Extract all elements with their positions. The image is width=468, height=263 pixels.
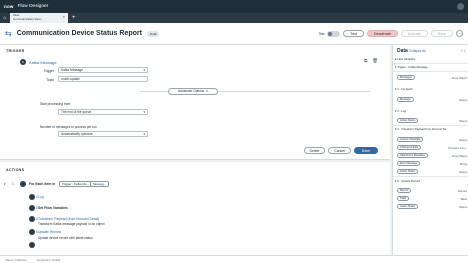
delete-icon[interactable]: 🗑 (372, 58, 378, 64)
data-pill-row[interactable]: Attachment Metadata Array.Object (395, 153, 467, 158)
delete-button[interactable]: Delete (303, 147, 326, 154)
topic-input[interactable]: router.update (58, 76, 148, 82)
advanced-options-toggle[interactable]: Advanced Options ▾ (168, 87, 218, 95)
data-pill-row[interactable]: Messages Array.Object (395, 75, 467, 80)
action-row-log[interactable]: 2 Log (0, 194, 390, 200)
test-button[interactable]: Test (343, 30, 365, 37)
page-title: Communication Device Status Report (16, 30, 142, 37)
status-badge: Draft (146, 30, 160, 37)
action-row-for-each[interactable]: ▾ 1 For Each Item in Trigger - Kafka Me.… (0, 181, 390, 187)
add-action-icon[interactable] (29, 242, 35, 248)
cancel-button[interactable]: Cancel (328, 147, 351, 154)
data-pill-row[interactable]: Error Message String (395, 161, 467, 166)
advanced-options-label: Advanced Options (178, 89, 205, 93)
done-button[interactable]: Done (353, 147, 378, 154)
trigger-field-label: Trigger (43, 69, 54, 73)
set-variables-icon (29, 205, 35, 211)
data-pill-row[interactable]: Action Status Object (395, 204, 467, 209)
data-panel: Data Collapse All ‹ › ▸ Flow Variables ▾… (392, 45, 468, 255)
user-avatar[interactable] (457, 3, 464, 10)
action-row-set-flow-variables[interactable]: 3 Set Flow Variables (0, 205, 390, 211)
group-flow-variables[interactable]: ▸ Flow Variables (395, 57, 467, 61)
data-group-row[interactable]: ▾ 5 - Update Record (395, 179, 467, 183)
trigger-name[interactable]: Kafka Message (29, 60, 57, 65)
data-pill-row[interactable]: Table Table (395, 196, 467, 201)
top-bar: now Flow Designer (0, 0, 468, 13)
action-label[interactable]: Update Record (38, 230, 61, 234)
chevron-down-icon[interactable]: ▾ (4, 182, 6, 186)
for-each-icon (20, 181, 26, 187)
trigger-type-value: Kafka Message (61, 68, 83, 72)
group-trigger[interactable]: ▾ Trigger - Kafka Message (395, 65, 467, 69)
chevron-down-icon: ▾ (143, 132, 145, 136)
servicenow-logo: now (4, 4, 14, 9)
actions-section: ACTIONS ▾ 1 For Each Item in Trigger - K… (0, 162, 390, 255)
close-icon[interactable]: × (63, 15, 65, 19)
data-group-row[interactable]: ▾ 1 - For Each (395, 87, 467, 91)
action-label: For Each Item in (29, 182, 56, 186)
tab-name: Communication Devi... (13, 16, 44, 21)
action-number: 1 (12, 182, 14, 186)
trigger-section-title: TRIGGER (6, 49, 25, 53)
kafka-icon: K (20, 59, 26, 65)
advanced-options-divider: Advanced Options ▾ (140, 87, 370, 95)
topic-value: router.update (61, 77, 80, 81)
transform-icon (29, 216, 35, 222)
messages-per-run-value: Automatically optimize (61, 132, 93, 136)
status-text: Status: Published (5, 257, 27, 262)
tab-flow[interactable]: Flow Communication Devi... × (10, 13, 68, 23)
data-pill-row[interactable]: Changed Fields Dynamic Key... (395, 145, 467, 150)
home-icon[interactable]: ⌂ (0, 13, 10, 23)
more-options-icon[interactable]: ⋯ (456, 30, 463, 37)
actions-section-title: ACTIONS (6, 168, 25, 172)
data-pill-row[interactable]: Action Status Object (395, 169, 467, 174)
copy-icon[interactable]: ⧉ (364, 58, 367, 64)
chevron-down-icon: ▾ (143, 68, 145, 72)
messages-per-run-select[interactable]: Automatically optimize ▾ (58, 131, 148, 137)
log-icon (29, 194, 35, 200)
scope-text: Application: Global (36, 257, 61, 262)
app-title: Flow Designer (17, 4, 49, 9)
flow-header: ⇆ Communication Device Status Report Dra… (0, 23, 468, 45)
trigger-section: TRIGGER K Kafka Message ⧉ 🗑 Trigger Kafk… (0, 45, 390, 160)
action-label[interactable]: Transform Payload (from Inbound Detail) (38, 217, 99, 221)
action-annotation: Update device record with latest status (38, 236, 93, 240)
topic-field-label: Topic (46, 78, 54, 82)
data-group-row[interactable]: ▾ 4 - Transform Payload from Inbound De.… (395, 127, 467, 131)
save-button[interactable]: Save (430, 30, 453, 37)
deactivate-button[interactable]: Deactivate (367, 30, 398, 37)
action-row-update-record[interactable]: 5 Update Record (0, 229, 390, 235)
add-tab-icon[interactable]: + (72, 13, 76, 23)
data-pill[interactable]: Trigger - Kafka Me... (59, 181, 93, 187)
tab-bar: ⌂ Flow Communication Devi... × + (0, 13, 468, 23)
activate-button[interactable]: Activate (401, 30, 428, 37)
data-pill-row[interactable]: Custom Metadata Object (395, 137, 467, 142)
data-panel-title: Data (397, 48, 408, 54)
trigger-type-select[interactable]: Kafka Message ▾ (58, 67, 148, 73)
collapse-all-link[interactable]: Collapse All (409, 49, 426, 53)
test-toggle-label: Test (318, 31, 325, 36)
action-label: Set Flow Variables (38, 206, 68, 210)
test-toggle[interactable] (327, 30, 341, 37)
data-pill-row[interactable]: Message Object (395, 97, 467, 102)
update-record-icon (29, 229, 35, 235)
chevron-down-icon: ▾ (206, 89, 208, 93)
data-pill-row[interactable]: Action Status Object (395, 118, 467, 123)
data-group-row[interactable]: ▾ 2 - Log (395, 109, 467, 113)
start-processing-select[interactable]: The end of the queue ▾ (58, 109, 148, 115)
start-processing-label: Start processing from (40, 102, 71, 106)
action-label[interactable]: Log (38, 195, 44, 199)
action-annotation: Transform Kafka message payload in an ob… (38, 222, 105, 226)
flow-icon: ⇆ (5, 29, 12, 38)
chevron-down-icon: ▾ (143, 110, 145, 114)
panel-nav-icon[interactable]: ‹ › (461, 48, 465, 53)
data-pill-row[interactable]: Record Record (395, 188, 467, 193)
status-footer: Status: Published Application: Global (0, 255, 468, 263)
messages-per-run-label: Number of messages to process per run (40, 125, 97, 129)
start-processing-value: The end of the queue (61, 110, 92, 114)
data-pill[interactable]: Messag... (90, 181, 110, 187)
trigger-header-row[interactable]: K Kafka Message (20, 59, 57, 65)
